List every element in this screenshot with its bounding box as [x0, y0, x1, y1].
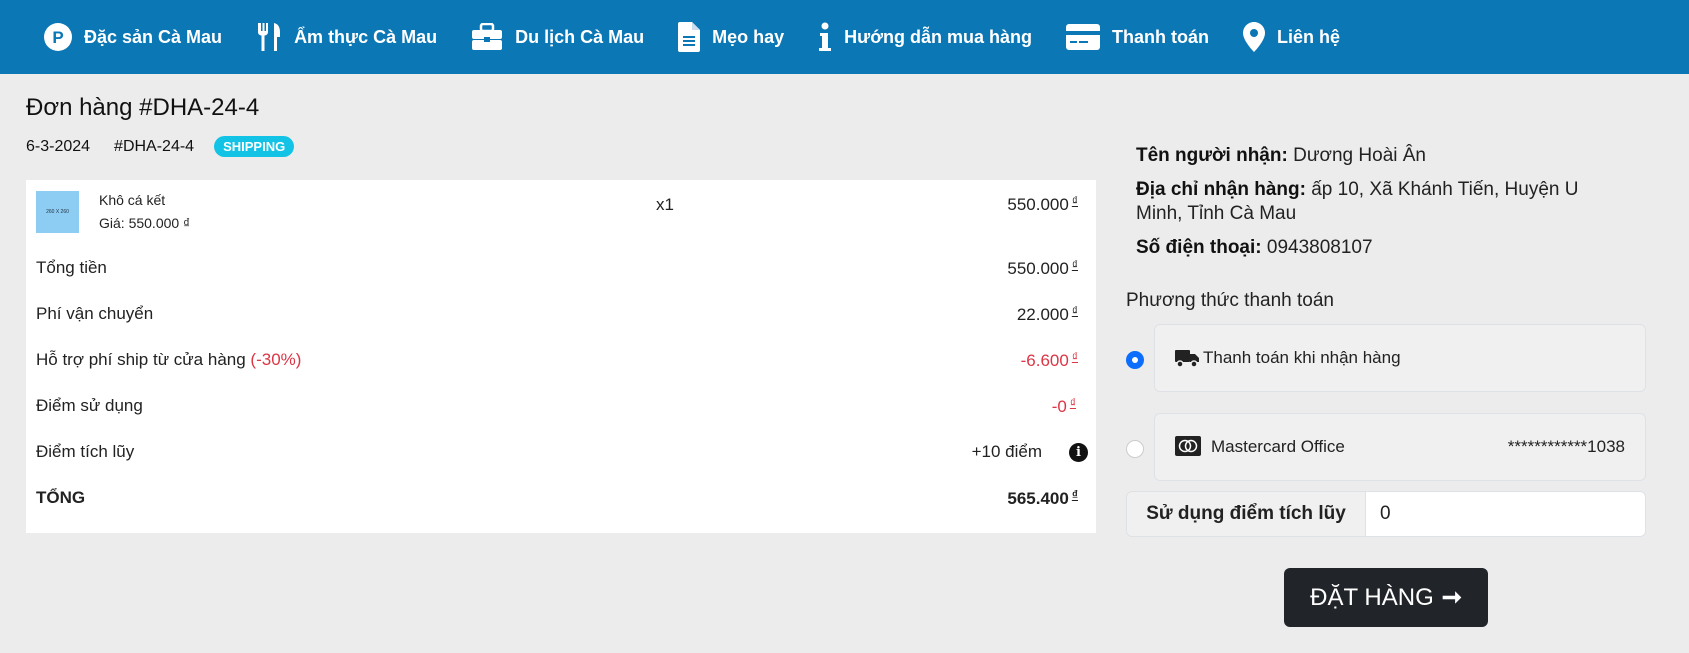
receiver-address: Địa chỉ nhận hàng: ấp 10, Xã Khánh Tiến,… [1136, 179, 1579, 224]
discount-row: Hỗ trợ phí ship từ cửa hàng (-30%) -6.60… [26, 338, 1096, 384]
discount-value: -6.600 ₫ [1020, 350, 1078, 370]
payment-option-card[interactable]: Mastercard Office ************1038 [1154, 413, 1646, 481]
utensils-icon [256, 22, 282, 52]
map-marker-icon [1243, 22, 1266, 52]
briefcase-icon [471, 23, 503, 51]
nav-item-label: Đặc sản Cà Mau [84, 26, 223, 47]
points-input-label: Sử dụng điểm tích lũy [1126, 491, 1366, 537]
nav-item-lien-he[interactable]: Liên hệ [1243, 22, 1340, 52]
nav-item-label: Liên hệ [1277, 26, 1341, 47]
points-used-label: Điểm sử dụng [36, 396, 143, 415]
nav-item-label: Du lịch Cà Mau [515, 26, 645, 47]
product-thumbnail: 260 X 260 [36, 191, 79, 233]
shipping-value: 22.000 ₫ [1016, 304, 1078, 324]
top-nav: P Đặc sản Cà Mau Ẩm thực Cà Mau Du lịch … [0, 0, 1689, 74]
nav-item-label: Thanh toán [1112, 26, 1210, 47]
points-input-group: Sử dụng điểm tích lũy [1126, 491, 1646, 537]
shipping-row: Phí vận chuyển 22.000 ₫ [26, 292, 1096, 338]
card-radio[interactable] [1126, 440, 1144, 458]
nav-item-label: Mẹo hay [712, 26, 785, 47]
receiver-name: Tên người nhận: Dương Hoài Ân [1136, 145, 1427, 166]
nav-item-am-thuc[interactable]: Ẩm thực Cà Mau [256, 22, 437, 52]
nav-item-dac-san[interactable]: P Đặc sản Cà Mau [44, 23, 222, 51]
svg-text:P: P [52, 28, 63, 47]
nav-item-label: Hướng dẫn mua hàng [844, 26, 1033, 47]
order-summary-card: 260 X 260 Khô cá kết Giá: 550.000 ₫ x1 5… [26, 180, 1096, 533]
discount-label: Hỗ trợ phí ship từ cửa hàng (-30%) [36, 350, 302, 369]
product-quantity: x1 [656, 195, 674, 214]
points-earned-row: Điểm tích lũy +10 điểm i [26, 430, 1096, 476]
grand-total-row: TỔNG 565.400 ₫ [26, 476, 1096, 522]
points-used-value: -0 ₫ [1051, 396, 1076, 416]
arrow-right-icon: ➞ [1441, 584, 1462, 611]
points-earned-label: Điểm tích lũy [36, 442, 135, 461]
info-circle-icon[interactable]: i [1069, 443, 1088, 462]
product-name: Khô cá kết [99, 192, 166, 208]
item-total: 550.000 ₫ [1007, 194, 1078, 214]
mastercard-icon [1175, 436, 1201, 461]
discount-percent: (-30%) [250, 350, 302, 369]
truck-icon [1175, 348, 1199, 373]
points-used-row: Điểm sử dụng -0 ₫ [26, 384, 1096, 430]
nav-item-thanh-toan[interactable]: Thanh toán [1066, 24, 1209, 50]
info-icon [818, 22, 832, 52]
card-label: Mastercard Office [1211, 437, 1345, 456]
subtotal-value: 550.000 ₫ [1007, 258, 1078, 278]
page-title: Đơn hàng #DHA-24-4 [26, 94, 260, 121]
nav-item-label: Ẩm thực Cà Mau [294, 26, 438, 47]
credit-card-icon [1066, 24, 1101, 50]
order-date: 6-3-2024 [26, 137, 91, 155]
subtotal-row: Tổng tiền 550.000 ₫ [26, 246, 1096, 292]
order-meta: 6-3-2024 #DHA-24-4 SHIPPING [26, 136, 295, 157]
order-item-row: 260 X 260 Khô cá kết Giá: 550.000 ₫ x1 5… [26, 180, 1096, 246]
product-price: Giá: 550.000 ₫ [99, 215, 191, 231]
card-number: ************1038 [1507, 437, 1625, 456]
cod-radio[interactable] [1126, 351, 1144, 369]
place-order-button[interactable]: ĐẶT HÀNG ➞ [1284, 568, 1488, 627]
order-code: #DHA-24-4 [114, 137, 195, 155]
points-earned-value: +10 điểm [971, 442, 1042, 461]
points-input[interactable] [1366, 491, 1646, 537]
document-icon [678, 22, 701, 52]
payment-option-cod[interactable]: Thanh toán khi nhận hàng [1154, 324, 1646, 392]
grand-total-label: TỔNG [36, 488, 86, 507]
payment-method-title: Phương thức thanh toán [1126, 290, 1334, 311]
nav-item-huong-dan[interactable]: Hướng dẫn mua hàng [818, 22, 1032, 52]
grand-total-value: 565.400 ₫ [1007, 488, 1078, 508]
nav-item-du-lich[interactable]: Du lịch Cà Mau [471, 23, 644, 51]
parking-circle-icon: P [44, 23, 72, 51]
cod-label: Thanh toán khi nhận hàng [1203, 348, 1401, 367]
receiver-phone: Số điện thoại: 0943808107 [1136, 237, 1373, 258]
nav-item-meo-hay[interactable]: Mẹo hay [678, 22, 784, 52]
shipping-label: Phí vận chuyển [36, 304, 154, 323]
status-badge: SHIPPING [214, 136, 295, 157]
subtotal-label: Tổng tiền [36, 258, 107, 277]
